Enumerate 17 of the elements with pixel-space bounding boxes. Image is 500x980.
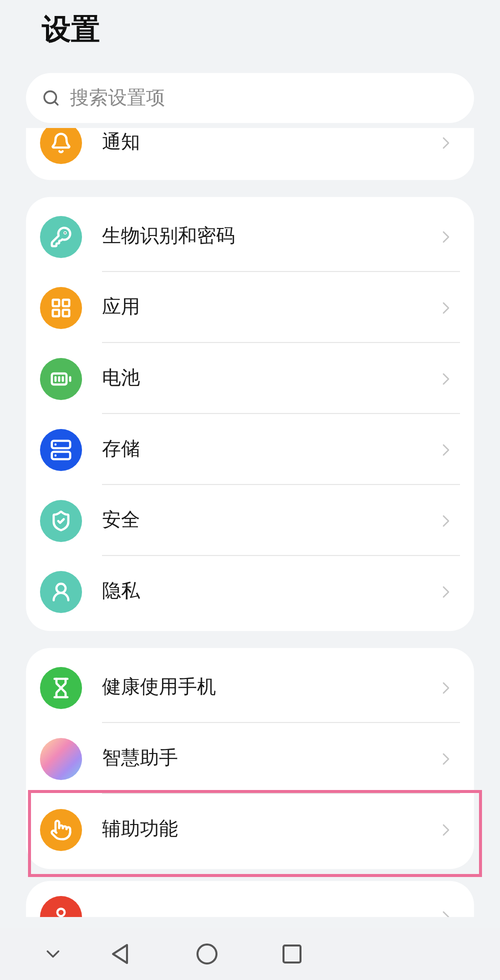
setting-label[interactable]: 智慧助手 [102,744,436,773]
search-field[interactable]: 搜索设置项 [26,73,474,123]
setting-label[interactable]: 安全 [102,506,436,535]
search-icon [42,89,60,107]
back-icon[interactable] [110,943,130,965]
setting-label[interactable]: 生物识别和密码 [102,222,436,251]
setting-label[interactable]: 存储 [102,435,436,464]
setting-label[interactable]: 辅助功能 [102,815,436,844]
setting-label[interactable]: 隐私 [102,577,436,606]
setting-label[interactable]: 应用 [102,293,436,322]
setting-label[interactable]: 电池 [102,364,436,393]
recent-apps-icon[interactable] [282,944,302,964]
gradient-sphere-icon [40,738,82,780]
setting-label[interactable]: 通知 [102,128,436,157]
page-title: 设置 [40,11,101,48]
setting-label[interactable]: 健康使用手机 [102,673,436,702]
home-icon[interactable] [196,943,218,965]
